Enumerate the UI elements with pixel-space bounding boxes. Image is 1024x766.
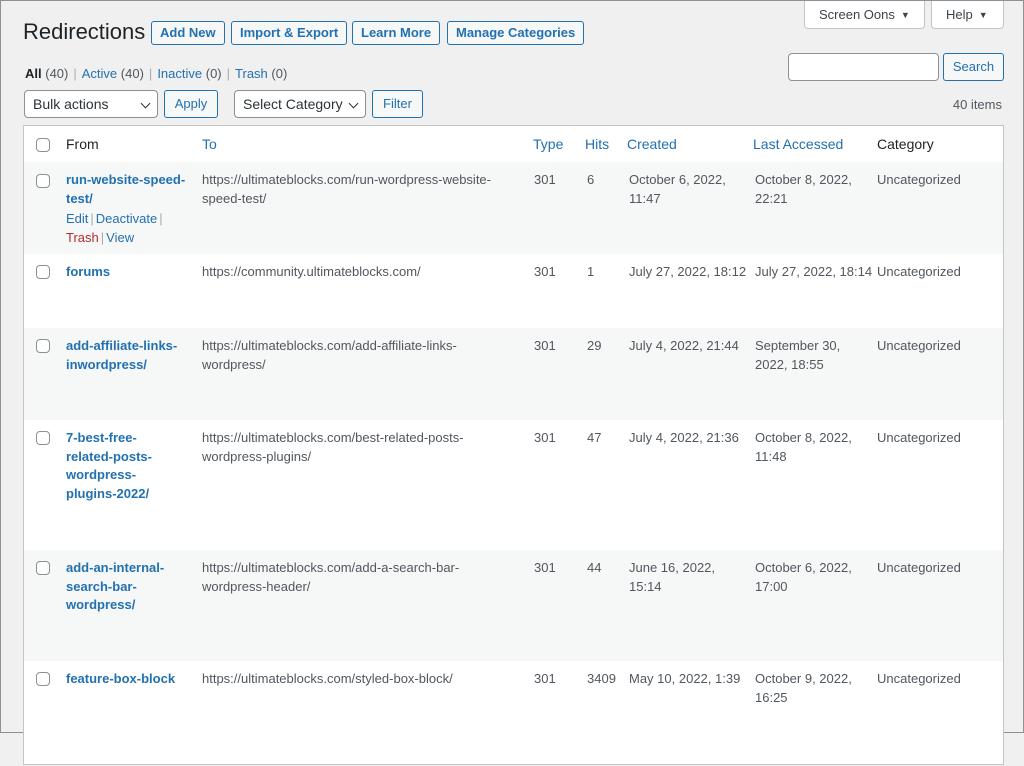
row-checkbox[interactable] xyxy=(36,265,50,279)
type-value: 301 xyxy=(534,264,556,279)
last-accessed-value: October 8, 2022, 22:21 xyxy=(755,172,852,206)
category-value: Uncategorized xyxy=(877,338,961,353)
help-label: Help xyxy=(946,7,973,22)
caret-down-icon: ▼ xyxy=(900,10,910,20)
edit-link[interactable]: Edit xyxy=(66,211,88,226)
column-from: From xyxy=(66,136,99,152)
row-checkbox[interactable] xyxy=(36,339,50,353)
row-actions: Edit | Deactivate | Trash | View xyxy=(66,211,163,245)
column-hits[interactable]: Hits xyxy=(585,136,609,152)
table-row: add-affiliate-links-inwordpress/ https:/… xyxy=(24,328,1003,420)
column-last-accessed[interactable]: Last Accessed xyxy=(753,136,843,152)
hits-value: 3409 xyxy=(587,671,616,686)
column-to[interactable]: To xyxy=(202,136,217,152)
table-row: feature-box-block https://ultimateblocks… xyxy=(24,661,1003,766)
table-row: forums https://community.ultimateblocks.… xyxy=(24,254,1003,328)
apply-button[interactable]: Apply xyxy=(164,90,218,118)
last-accessed-value: October 6, 2022, 17:00 xyxy=(755,560,852,594)
last-accessed-value: October 9, 2022, 16:25 xyxy=(755,671,852,705)
created-value: July 27, 2022, 18:12 xyxy=(629,264,747,279)
status-views: All (40) | Active (40) | Inactive (0) | Trash … xyxy=(25,66,288,81)
from-link[interactable]: forums xyxy=(66,263,191,282)
trash-link[interactable]: Trash xyxy=(66,230,99,245)
last-accessed-value: July 27, 2022, 18:14 xyxy=(755,264,873,279)
view-active[interactable]: Active xyxy=(82,66,117,81)
manage-categories-button[interactable]: Manage Categories xyxy=(447,21,585,45)
from-link[interactable]: run-website-speed-test/ xyxy=(66,171,191,208)
column-created[interactable]: Created xyxy=(627,136,677,152)
help-tab[interactable]: Help ▼ xyxy=(931,1,1004,29)
column-type[interactable]: Type xyxy=(533,136,563,152)
view-link[interactable]: View xyxy=(106,230,134,245)
to-url: https://ultimateblocks.com/best-related-… xyxy=(202,430,464,464)
add-new-button[interactable]: Add New xyxy=(151,21,225,45)
from-link[interactable]: add-an-internal-search-bar-wordpress/ xyxy=(66,559,176,615)
created-value: June 16, 2022, 15:14 xyxy=(629,560,716,594)
redirections-table: From To Type Hits Created Last Accessed … xyxy=(23,125,1004,765)
category-select[interactable]: Select Category xyxy=(234,90,366,118)
hits-value: 47 xyxy=(587,430,602,445)
bulk-actions-select[interactable]: Bulk actions xyxy=(24,90,158,118)
hits-value: 44 xyxy=(587,560,602,575)
view-trash[interactable]: Trash xyxy=(235,66,268,81)
from-link[interactable]: 7-best-free-related-posts-wordpress-plug… xyxy=(66,429,166,503)
screen-options-tab[interactable]: Screen Oons ▼ xyxy=(804,1,925,29)
row-checkbox[interactable] xyxy=(36,561,50,575)
select-all-checkbox[interactable] xyxy=(36,138,50,152)
category-value: Uncategorized xyxy=(877,264,961,279)
type-value: 301 xyxy=(534,172,556,187)
table-row: 7-best-free-related-posts-wordpress-plug… xyxy=(24,420,1003,550)
view-inactive[interactable]: Inactive xyxy=(157,66,202,81)
type-value: 301 xyxy=(534,671,556,686)
chevron-down-icon xyxy=(140,98,151,109)
filter-button[interactable]: Filter xyxy=(372,90,423,118)
page-title: Redirections xyxy=(23,19,146,44)
to-url: https://community.ultimateblocks.com/ xyxy=(202,264,421,279)
view-all[interactable]: All (40) xyxy=(25,66,68,81)
type-value: 301 xyxy=(534,430,556,445)
table-row: run-website-speed-test/ Edit | Deactivate |… xyxy=(24,162,1003,254)
row-checkbox[interactable] xyxy=(36,174,50,188)
to-url: https://ultimateblocks.com/add-a-search-… xyxy=(202,560,460,594)
created-value: October 6, 2022, 11:47 xyxy=(629,172,726,206)
created-value: May 10, 2022, 1:39 xyxy=(629,671,741,686)
to-url: https://ultimateblocks.com/run-wordpress… xyxy=(202,172,491,206)
from-link[interactable]: feature-box-block xyxy=(66,670,196,689)
column-category: Category xyxy=(877,136,934,152)
type-value: 301 xyxy=(534,338,556,353)
category-value: Uncategorized xyxy=(877,560,961,575)
caret-down-icon: ▼ xyxy=(978,10,988,20)
chevron-down-icon xyxy=(348,98,359,109)
table-row: add-an-internal-search-bar-wordpress/ ht… xyxy=(24,550,1003,661)
category-value: Uncategorized xyxy=(877,671,961,686)
hits-value: 29 xyxy=(587,338,602,353)
search-button[interactable]: Search xyxy=(943,53,1004,81)
last-accessed-value: October 8, 2022, 11:48 xyxy=(755,430,852,464)
search-input[interactable] xyxy=(788,53,939,81)
type-value: 301 xyxy=(534,560,556,575)
created-value: July 4, 2022, 21:44 xyxy=(629,338,739,353)
category-value: Uncategorized xyxy=(877,430,961,445)
from-link[interactable]: add-affiliate-links-inwordpress/ xyxy=(66,337,191,374)
items-count: 40 items xyxy=(952,97,1002,112)
learn-more-button[interactable]: Learn More xyxy=(352,21,441,45)
created-value: July 4, 2022, 21:36 xyxy=(629,430,739,445)
last-accessed-value: September 30, 2022, 18:55 xyxy=(755,338,841,372)
hits-value: 6 xyxy=(587,172,595,187)
hits-value: 1 xyxy=(587,264,595,279)
to-url: https://ultimateblocks.com/add-affiliate… xyxy=(202,338,457,372)
category-value: Uncategorized xyxy=(877,172,961,187)
table-header: From To Type Hits Created Last Accessed … xyxy=(24,126,1003,163)
import-export-button[interactable]: Import & Export xyxy=(231,21,348,45)
screen-options-label: Screen Oons xyxy=(819,7,895,22)
to-url: https://ultimateblocks.com/styled-box-bl… xyxy=(202,671,453,686)
deactivate-link[interactable]: Deactivate xyxy=(96,211,157,226)
row-checkbox[interactable] xyxy=(36,672,50,686)
row-checkbox[interactable] xyxy=(36,431,50,445)
